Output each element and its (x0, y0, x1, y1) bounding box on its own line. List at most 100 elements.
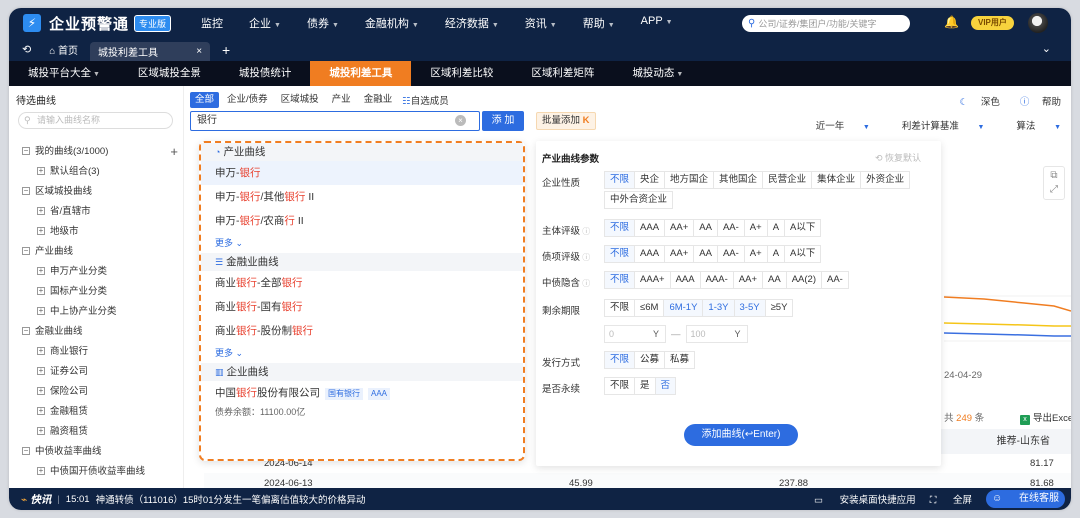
subnav-item[interactable]: 城投债统计 (220, 61, 311, 86)
param-option[interactable]: 不限 (604, 171, 636, 189)
tree-node[interactable]: + 金融租赁 (9, 402, 184, 422)
param-option[interactable]: A以下 (784, 245, 822, 263)
customer-service-button[interactable]: ☺ 在线客服 (986, 490, 1065, 508)
param-option[interactable]: 地方国企 (664, 171, 715, 189)
add-curve-button[interactable]: 添加曲线(↩Enter) (684, 424, 798, 446)
collapse-icon[interactable]: − (22, 247, 30, 256)
nav-item[interactable]: 金融机构 ▼ (365, 15, 419, 31)
tree-node[interactable]: + 中上协产业分类 (9, 302, 184, 322)
collapse-icon[interactable]: − (22, 147, 30, 156)
param-option[interactable]: A (766, 219, 786, 237)
suggestion-item[interactable]: 申万-银行/农商行 II (201, 209, 523, 233)
bell-icon[interactable]: 🔔 (944, 15, 959, 29)
suggestion-item[interactable]: 商业银行-国有银行 (201, 295, 523, 319)
tree-node[interactable]: − 区域城投曲线 (9, 182, 184, 202)
tree-node[interactable]: + 国标产业分类 (9, 282, 184, 302)
expand-icon[interactable]: + (37, 407, 45, 416)
param-option[interactable]: 其他国企 (713, 171, 764, 189)
param-option[interactable]: 不限 (604, 245, 636, 263)
category-tab[interactable]: 全部 (190, 92, 220, 108)
param-option[interactable]: 私募 (664, 351, 696, 369)
param-option[interactable]: AAA+ (634, 271, 671, 289)
category-tab[interactable]: 产业 (327, 92, 356, 108)
tab-spread-tool[interactable]: 城投利差工具 × (90, 42, 211, 61)
param-option[interactable]: A+ (743, 245, 768, 263)
suggestion-item[interactable]: 商业银行-股份制银行 (201, 319, 523, 343)
period-select[interactable]: 近一年 ▼ (800, 118, 870, 132)
param-option[interactable]: AA (693, 219, 718, 237)
collapse-icon[interactable]: − (22, 447, 30, 456)
param-option[interactable]: 6M-1Y (663, 299, 704, 317)
nav-item[interactable]: 债券 ▼ (307, 15, 339, 31)
param-option[interactable]: AA+ (664, 245, 695, 263)
nav-item[interactable]: 监控 (201, 15, 223, 31)
param-option[interactable]: A以下 (784, 219, 822, 237)
dark-mode-toggle[interactable]: ☾ 深色 (950, 94, 1000, 108)
tree-node[interactable]: + 中债国开债收益率曲线 (9, 462, 184, 482)
param-option[interactable]: AA (693, 245, 718, 263)
add-button[interactable]: 添 加 (482, 111, 524, 131)
param-option[interactable]: AA- (821, 271, 849, 289)
expand-icon[interactable]: + (37, 367, 45, 376)
tree-node[interactable]: − 我的曲线(3/1000) + (9, 142, 184, 162)
param-option[interactable]: AAA (634, 219, 666, 237)
tree-node[interactable]: + 证券公司 (9, 362, 184, 382)
param-option[interactable]: AA- (716, 245, 745, 263)
curve-keyword-input[interactable]: 银行 × (190, 111, 480, 131)
param-option[interactable]: 3-5Y (733, 299, 766, 317)
algo-select[interactable]: 算法 ▼ (1000, 118, 1061, 132)
collapse-icon[interactable]: − (22, 187, 30, 196)
expand-icon[interactable]: + (37, 427, 45, 436)
basis-select[interactable]: 利差计算基准 ▼ (886, 118, 985, 132)
curve-search-input[interactable]: ⚲ 请输入曲线名称 (18, 112, 173, 129)
param-option[interactable]: AAA- (699, 271, 734, 289)
collapse-icon[interactable]: − (22, 327, 30, 336)
desktop-app-link[interactable]: ▭ 安装桌面快捷应用 (814, 492, 916, 506)
param-option[interactable]: AA+ (732, 271, 764, 289)
nav-item[interactable]: 企业 ▼ (249, 15, 281, 31)
category-tab[interactable]: 金融业 (359, 92, 398, 108)
param-option[interactable]: AA(2) (785, 271, 822, 289)
param-option[interactable]: 公募 (634, 351, 666, 369)
param-option[interactable]: 中外合资企业 (604, 191, 674, 209)
param-option[interactable]: 民营企业 (762, 171, 813, 189)
reset-button[interactable]: ⟲ 恢复默认 (875, 151, 921, 164)
tree-node[interactable]: − 产业曲线 (9, 242, 184, 262)
expand-icon[interactable]: + (37, 207, 45, 216)
expand-icon[interactable]: + (37, 167, 45, 176)
tree-node[interactable]: − 金融业曲线 (9, 322, 184, 342)
tree-node[interactable]: + 省/直辖市 (9, 202, 184, 222)
batch-add-button[interactable]: 批量添加 K (536, 112, 596, 130)
param-option[interactable]: AAA (634, 245, 666, 263)
expand-icon[interactable]: + (37, 387, 45, 396)
more-link[interactable]: 更多 ⌄ (201, 233, 523, 253)
history-icon[interactable]: ⟲ (22, 43, 31, 56)
subnav-item[interactable]: 城投利差工具 (310, 61, 412, 86)
param-option[interactable]: 不限 (604, 351, 636, 369)
expand-icon[interactable]: + (37, 287, 45, 296)
param-option[interactable]: AA (762, 271, 787, 289)
suggestion-item[interactable]: 申万-银行/其他银行 II (201, 185, 523, 209)
clear-icon[interactable]: × (455, 115, 466, 126)
tree-node[interactable]: + 保险公司 (9, 382, 184, 402)
add-icon[interactable]: + (170, 142, 178, 162)
expand-icon[interactable]: + (37, 307, 45, 316)
close-icon[interactable]: × (196, 46, 202, 57)
param-option[interactable]: AAA (669, 271, 701, 289)
nav-item[interactable]: 经济数据 ▼ (445, 15, 499, 31)
subnav-item[interactable]: 区域城投全景 (119, 61, 220, 86)
suggestion-item[interactable]: 中国银行股份有限公司 国有银行 AAA (201, 381, 523, 405)
tree-node[interactable]: + 融资租赁 (9, 422, 184, 442)
tree-node[interactable]: + 商业银行 (9, 342, 184, 362)
tree-node[interactable]: + 申万产业分类 (9, 262, 184, 282)
range-max-input[interactable]: 100 Y (685, 325, 748, 343)
param-option[interactable]: 央企 (634, 171, 666, 189)
more-link[interactable]: 更多 ⌄ (201, 343, 523, 363)
param-option[interactable]: AA+ (664, 219, 695, 237)
fullscreen-button[interactable]: ⛶ 全屏 (930, 492, 972, 506)
export-excel-button[interactable]: x导出Excel (1020, 410, 1071, 425)
subnav-item[interactable]: 区域利差矩阵 (512, 61, 613, 86)
param-option[interactable]: 否 (654, 377, 677, 395)
subnav-item[interactable]: 城投平台大全 ▼ (9, 61, 119, 86)
expand-icon[interactable]: + (37, 227, 45, 236)
